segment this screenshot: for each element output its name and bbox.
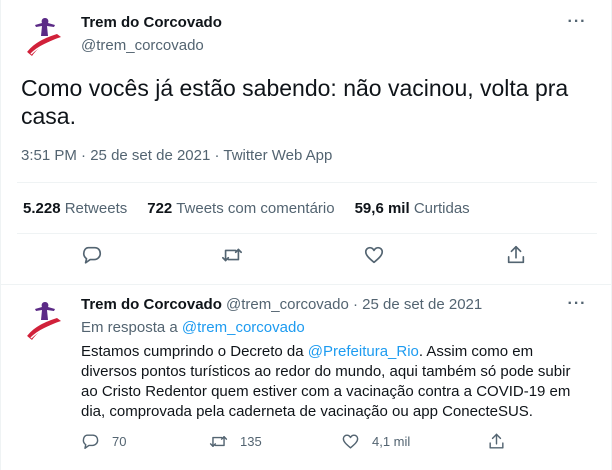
in-reply-to: Em resposta a @trem_corcovado: [81, 318, 305, 338]
tweet-date[interactable]: 25 de set de 2021: [90, 147, 210, 164]
share-button[interactable]: [487, 432, 506, 451]
divider: [17, 233, 597, 234]
in-reply-handle-link[interactable]: @trem_corcovado: [182, 319, 305, 336]
tweet-stats: 5.228 Retweets 722 Tweets com comentário…: [23, 199, 490, 219]
display-name[interactable]: Trem do Corcovado: [81, 296, 222, 313]
meta-separator: ·: [210, 147, 224, 164]
quotes-label: Tweets com comentário: [176, 200, 335, 217]
tweet-source[interactable]: Twitter Web App: [223, 147, 332, 164]
share-icon: [489, 433, 504, 449]
reply-text-part1: Estamos cumprindo o Decreto da: [81, 343, 308, 360]
like-icon[interactable]: [363, 244, 389, 270]
divider: [17, 182, 597, 183]
divider: [1, 284, 612, 285]
tweet-meta: 3:51 PM · 25 de set de 2021 · Twitter We…: [21, 146, 332, 166]
reply-text: Estamos cumprindo o Decreto da @Prefeitu…: [81, 342, 581, 422]
retweets-count: 5.228: [23, 200, 61, 217]
reply-icon: [82, 434, 99, 449]
quotes-stat[interactable]: 722 Tweets com comentário: [147, 199, 334, 219]
tweet-text: Como vocês já estão sabendo: não vacinou…: [21, 75, 569, 129]
reply-tweet[interactable]: Trem do Corcovado @trem_corcovado · 25 d…: [1, 286, 612, 470]
retweet-button[interactable]: 135: [209, 432, 262, 451]
more-horizontal-icon[interactable]: ···: [563, 12, 591, 36]
avatar[interactable]: [21, 12, 69, 60]
retweets-stat[interactable]: 5.228 Retweets: [23, 199, 127, 219]
reply-count: 70: [112, 433, 127, 449]
tweet-thread: Trem do Corcovado @trem_corcovado ··· Co…: [0, 0, 612, 470]
reply-header: Trem do Corcovado @trem_corcovado · 25 d…: [81, 295, 482, 315]
quotes-count: 722: [147, 200, 173, 217]
likes-count: 59,6 mil: [354, 200, 410, 217]
handle-date[interactable]: @trem_corcovado · 25 de set de 2021: [226, 296, 482, 313]
likes-label: Curtidas: [413, 200, 470, 217]
trem-logo-icon: [21, 296, 69, 344]
trem-logo-icon: [21, 12, 69, 60]
more-horizontal-icon[interactable]: ···: [563, 294, 591, 318]
tweet-header: Trem do Corcovado @trem_corcovado ···: [17, 12, 597, 64]
reply-button[interactable]: 70: [81, 432, 126, 451]
meta-separator: ·: [76, 147, 91, 164]
avatar[interactable]: [21, 296, 69, 344]
display-name[interactable]: Trem do Corcovado: [81, 13, 222, 33]
retweet-icon[interactable]: [221, 244, 247, 270]
author-block[interactable]: Trem do Corcovado @trem_corcovado: [81, 13, 222, 56]
mention-link[interactable]: @Prefeitura_Rio: [308, 343, 419, 360]
retweets-label: Retweets: [64, 200, 128, 217]
retweet-icon: [209, 436, 228, 447]
like-button[interactable]: 4,1 mil: [341, 432, 410, 451]
tweet-actions: [17, 244, 597, 274]
share-icon[interactable]: [505, 244, 531, 270]
reply-actions: 70 135 4,1 mil: [81, 432, 581, 456]
like-icon: [342, 434, 359, 449]
reply-icon[interactable]: [81, 244, 107, 270]
handle[interactable]: @trem_corcovado: [81, 36, 222, 56]
retweet-count: 135: [240, 433, 262, 449]
in-reply-prefix: Em resposta a: [81, 319, 182, 336]
tweet-time[interactable]: 3:51 PM: [21, 147, 77, 164]
likes-stat[interactable]: 59,6 mil Curtidas: [355, 199, 470, 219]
like-count: 4,1 mil: [372, 433, 411, 449]
